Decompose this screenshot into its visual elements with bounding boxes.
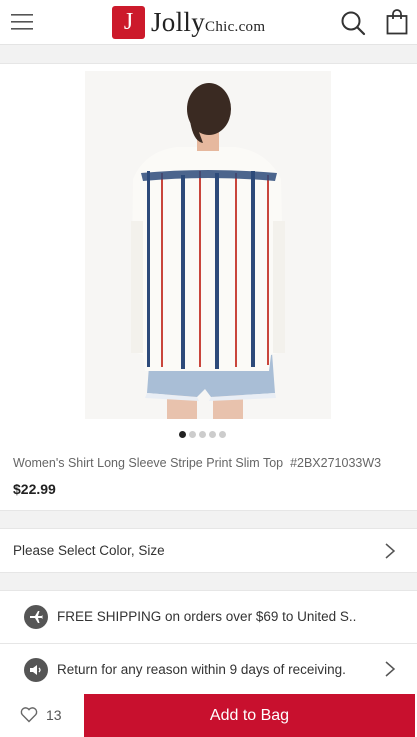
logo-wordmark: JollyChic.com	[151, 7, 265, 38]
info-block: FREE SHIPPING on orders over $69 to Unit…	[0, 590, 417, 696]
return-policy-text: Return for any reason within 9 days of r…	[57, 662, 346, 677]
pagination-dot-4[interactable]	[209, 431, 216, 438]
menu-icon[interactable]	[11, 12, 33, 32]
product-sku: #2BX271033W3	[290, 456, 382, 470]
return-policy-row[interactable]: Return for any reason within 9 days of r…	[0, 643, 417, 696]
favorite-count: 13	[46, 707, 62, 723]
bottom-action-bar: 13 Add to Bag	[0, 694, 417, 737]
top-header: J JollyChic.com	[0, 0, 417, 45]
favorite-button[interactable]: 13	[0, 694, 84, 737]
logo-badge: J	[112, 5, 145, 39]
chevron-right-icon	[385, 543, 396, 559]
free-shipping-text: FREE SHIPPING on orders over $69 to Unit…	[57, 609, 357, 624]
airplane-icon	[24, 605, 48, 629]
jollychic-logo[interactable]: J JollyChic.com	[112, 5, 265, 39]
pagination-dot-5[interactable]	[219, 431, 226, 438]
speaker-icon	[24, 658, 48, 682]
add-to-bag-button[interactable]: Add to Bag	[84, 694, 415, 737]
select-color-size-label: Please Select Color, Size	[13, 543, 165, 558]
image-pagination	[179, 431, 226, 438]
search-icon[interactable]	[340, 10, 366, 36]
pagination-dot-2[interactable]	[189, 431, 196, 438]
bag-icon[interactable]	[386, 9, 408, 35]
logo-text-brand: Chic	[205, 18, 235, 35]
pagination-dot-1[interactable]	[179, 431, 186, 438]
chevron-right-icon	[385, 661, 396, 677]
logo-text-domain: .com	[234, 18, 266, 35]
pagination-dot-3[interactable]	[199, 431, 206, 438]
free-shipping-row[interactable]: FREE SHIPPING on orders over $69 to Unit…	[0, 591, 417, 643]
heart-icon	[20, 707, 38, 723]
product-card: Women's Shirt Long Sleeve Stripe Print S…	[0, 63, 417, 511]
logo-text-main: Jolly	[151, 6, 206, 37]
select-color-size-row[interactable]: Please Select Color, Size	[0, 528, 417, 573]
product-title: Women's Shirt Long Sleeve Stripe Print S…	[13, 456, 381, 470]
product-price: $22.99	[13, 481, 56, 497]
product-title-text: Women's Shirt Long Sleeve Stripe Print S…	[13, 456, 284, 470]
product-image[interactable]	[85, 71, 331, 419]
